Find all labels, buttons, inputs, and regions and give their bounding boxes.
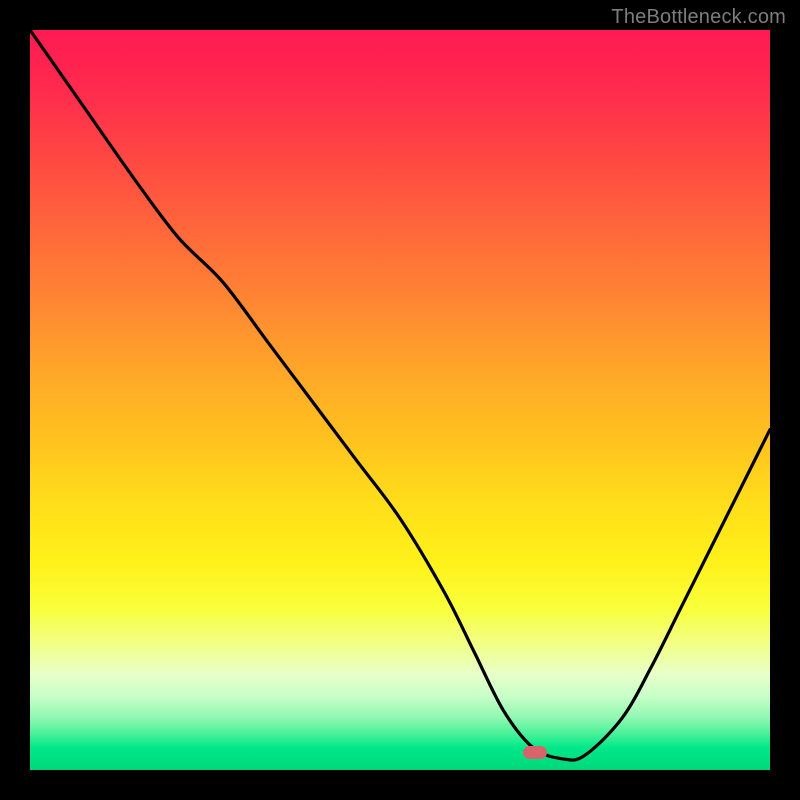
plot-area (30, 30, 770, 770)
watermark-text: TheBottleneck.com (611, 6, 786, 29)
optimal-marker (523, 746, 547, 759)
bottleneck-curve (30, 30, 770, 770)
chart-frame: TheBottleneck.com (0, 0, 800, 800)
